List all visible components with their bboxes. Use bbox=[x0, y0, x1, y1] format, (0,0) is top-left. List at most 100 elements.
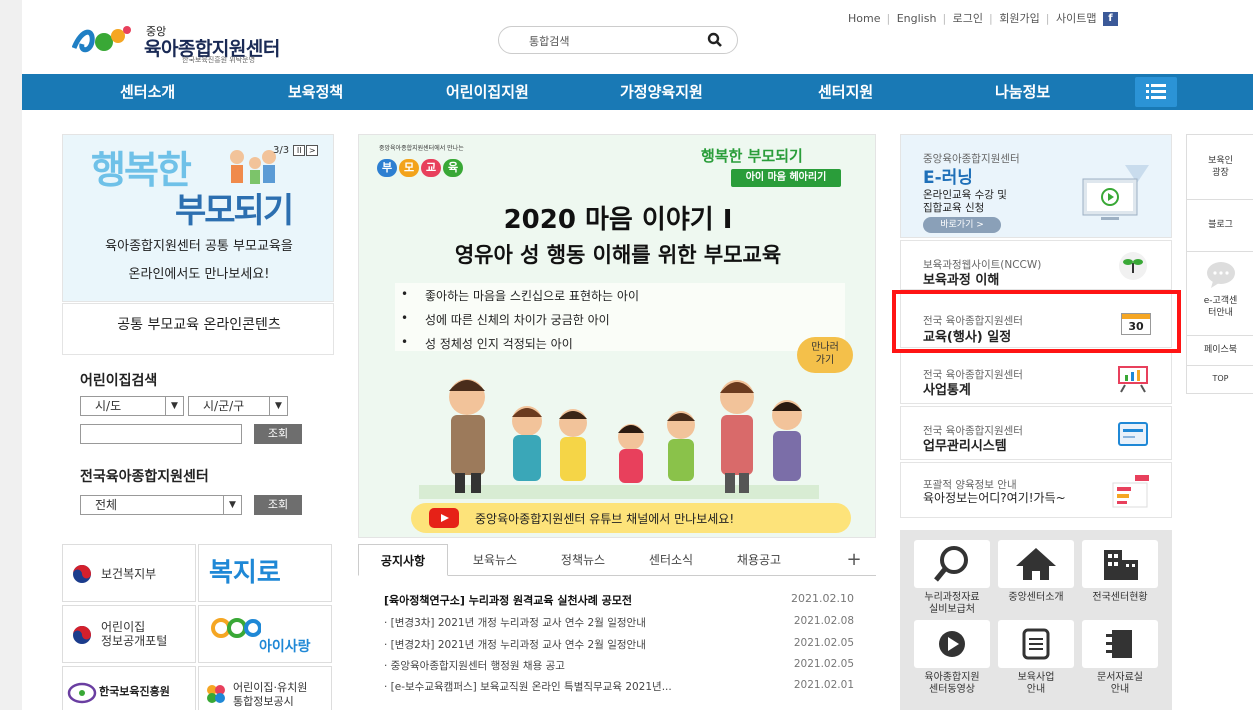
tile-label: 보육사업 안내 bbox=[1017, 672, 1055, 695]
facebook-icon[interactable]: f bbox=[1102, 12, 1118, 26]
promo-page-indicator: 3/3 bbox=[273, 145, 290, 156]
tile-childcare-business[interactable] bbox=[998, 620, 1074, 668]
info-badge-icon bbox=[1112, 475, 1149, 508]
notice-headline-title: [육아정책연구소] 누리과정 원격교육 실천사례 공모전 bbox=[384, 594, 633, 607]
notice-row[interactable]: · [변경2차] 2021년 개정 누리과정 교사 연수 2월 일정안내 202… bbox=[384, 637, 854, 652]
tile-label: 중앙센터소개 bbox=[1008, 592, 1064, 603]
quick-divider bbox=[1187, 199, 1253, 200]
login-link[interactable]: 로그인 bbox=[953, 12, 983, 25]
search-icon[interactable] bbox=[707, 32, 723, 48]
notice-row[interactable]: · [e-보수교육캠퍼스] 보육교직원 온라인 특별직무교육 2021년... … bbox=[384, 679, 854, 694]
nav-center-support[interactable]: 센터지원 bbox=[818, 74, 873, 110]
play-circle-icon bbox=[939, 631, 965, 657]
notice-headline[interactable]: [육아정책연구소] 누리과정 원격교육 실천사례 공모전 2021.02.10 bbox=[384, 592, 854, 608]
daycare-name-input[interactable] bbox=[80, 424, 242, 444]
tile-central-center[interactable] bbox=[998, 540, 1074, 588]
home-icon bbox=[1016, 548, 1056, 580]
banner-isarang[interactable]: 아이사랑 bbox=[198, 605, 332, 663]
notice-row-title: · [변경2차] 2021년 개정 누리과정 교사 연수 2월 일정안내 bbox=[384, 639, 646, 651]
tile-label: 문서자료실 안내 bbox=[1097, 672, 1143, 695]
tile-center-video[interactable] bbox=[914, 620, 990, 668]
search-box[interactable]: 통합검색 bbox=[498, 26, 738, 54]
parenting-info-title: 육아정보는어디?여기!가득~ bbox=[923, 491, 1066, 505]
tile-label: 누리과정자료 실비보급처 bbox=[924, 592, 980, 615]
logo-icon[interactable] bbox=[72, 22, 134, 56]
main-visual-banner[interactable]: 중앙육아종합지원센터에서 만나는 부 모 교 육 행복한 부모되기 아이 마음 … bbox=[358, 134, 876, 538]
tile-national-centers[interactable] bbox=[1082, 540, 1158, 588]
sido-value: 시/도 bbox=[95, 399, 122, 413]
banner-kicker: 행복한 부모되기 bbox=[701, 147, 803, 165]
sigungu-select[interactable]: 시/군/구 ▼ bbox=[188, 396, 288, 416]
tab-notice[interactable]: 공지사항 bbox=[358, 544, 448, 576]
nav-sharing-info[interactable]: 나눔정보 bbox=[995, 74, 1050, 110]
search-input[interactable]: 통합검색 bbox=[529, 33, 569, 49]
logo-subtitle: 한국보육진흥원 위탁운영 bbox=[182, 56, 256, 64]
banner-org-text: 중앙육아종합지원센터에서 만나는 bbox=[379, 145, 464, 152]
quick-top-button[interactable]: TOP bbox=[1187, 373, 1253, 385]
parenting-info-link[interactable]: 포괄적 양육정보 안내 육아정보는어디?여기!가득~ bbox=[900, 462, 1172, 518]
work-system-link[interactable]: 전국 육아종합지원센터 업무관리시스템 bbox=[900, 406, 1172, 460]
sitemap-link[interactable]: 사이트맵 bbox=[1056, 12, 1096, 25]
top-links: Home | English | 로그인 | 회원가입 | 사이트맵 f bbox=[848, 10, 1121, 26]
banner-topic: 좋아하는 마음을 스킨십으로 표현하는 아이 bbox=[401, 287, 639, 304]
all-menu-button[interactable] bbox=[1135, 77, 1177, 107]
chevron-down-icon: ▼ bbox=[165, 397, 183, 415]
tab-childcare-news[interactable]: 보육뉴스 bbox=[454, 544, 536, 576]
nav-center-intro[interactable]: 센터소개 bbox=[120, 74, 175, 110]
tab-center-news[interactable]: 센터소식 bbox=[630, 544, 712, 576]
banner-bokjiro[interactable]: 복지로 bbox=[198, 544, 332, 602]
youtube-icon bbox=[429, 508, 459, 528]
quick-divider bbox=[1187, 365, 1253, 366]
banner-mohw[interactable]: 보건복지부 bbox=[62, 544, 196, 602]
banner-kicker-tag: 아이 마음 헤아리기 bbox=[731, 169, 841, 187]
english-link[interactable]: English bbox=[897, 12, 937, 25]
more-plus-button[interactable]: + bbox=[834, 544, 874, 576]
promo-caption-box[interactable]: 공통 부모교육 온라인콘텐츠 bbox=[62, 303, 334, 355]
card-icon bbox=[1118, 422, 1148, 446]
nccw-link[interactable]: 보육과정웹사이트(NCCW) 보육과정 이해 bbox=[900, 240, 1172, 290]
notice-row-title: · [변경3차] 2021년 개정 누리과정 교사 연수 2월 일정안내 bbox=[384, 617, 646, 629]
youtube-banner-text: 중앙육아종합지원센터 유튜브 채널에서 만나보세요! bbox=[475, 512, 735, 526]
center-select[interactable]: 전체 ▼ bbox=[80, 495, 242, 515]
center-search-title: 전국육아종합지원센터 bbox=[80, 469, 209, 485]
banner-topic-list: 좋아하는 마음을 스킨십으로 표현하는 아이 성에 따른 신체의 차이가 궁금한… bbox=[395, 283, 845, 351]
banner-disclosure[interactable]: 어린이집·유치원 통합정보공시 bbox=[198, 666, 332, 710]
page: 중앙 육아종합지원센터 한국보육진흥원 위탁운영 통합검색 Home | Engl… bbox=[22, 0, 1253, 710]
promo-line-1: 육아종합지원센터 공통 부모교육을 bbox=[105, 239, 293, 254]
signup-link[interactable]: 회원가입 bbox=[999, 12, 1039, 25]
quick-blog[interactable]: 블로그 bbox=[1187, 219, 1253, 231]
quick-facebook[interactable]: 페이스북 bbox=[1187, 344, 1253, 356]
notice-row[interactable]: · 중앙육아종합지원센터 행정원 채용 공고 2021.02.05 bbox=[384, 658, 854, 673]
banner-topic: 성에 따른 신체의 차이가 궁금한 아이 bbox=[401, 311, 610, 328]
parent-education-promo[interactable]: 행복한 부모되기 3/3 II > 육아종합지원센터 공통 부모교육을 온라인에서… bbox=[62, 134, 334, 302]
banner-kcpi[interactable]: 한국보육진흥원 bbox=[62, 666, 196, 710]
tab-recruit[interactable]: 채용공고 bbox=[718, 544, 800, 576]
nav-childcare-policy[interactable]: 보육정책 bbox=[288, 74, 343, 110]
youtube-banner[interactable]: 중앙육아종합지원센터 유튜브 채널에서 만나보세요! bbox=[411, 503, 851, 533]
quick-customer-center[interactable]: e-고객센 터안내 bbox=[1187, 295, 1253, 319]
tile-document-archive[interactable] bbox=[1082, 620, 1158, 668]
quick-childcare-plaza[interactable]: 보육인 광장 bbox=[1187, 155, 1253, 179]
tab-policy-news[interactable]: 정책뉴스 bbox=[542, 544, 624, 576]
elearning-go-button[interactable]: 바로가기 > bbox=[923, 217, 1001, 233]
banner-kcpi-label: 한국보육진흥원 bbox=[99, 685, 170, 698]
menu-icon bbox=[1146, 84, 1166, 99]
banner-daycare-portal-label: 어린이집 정보공개포털 bbox=[101, 620, 168, 648]
center-search-button[interactable]: 조회 bbox=[254, 495, 302, 515]
elearning-box[interactable]: 중앙육아종합지원센터 E-러닝 온라인교육 수강 및 집합교육 신청 바로가기 … bbox=[900, 134, 1172, 238]
notice-row[interactable]: · [변경3차] 2021년 개정 누리과정 교사 연수 2월 일정안내 202… bbox=[384, 615, 854, 630]
home-link[interactable]: Home bbox=[848, 12, 880, 25]
nccw-title: 보육과정 이해 bbox=[923, 273, 1000, 288]
daycare-search-button[interactable]: 조회 bbox=[254, 424, 302, 444]
quick-tiles: 누리과정자료 실비보급처 중앙센터소개 전국센터현황 육아종합지원 센터동영상 … bbox=[900, 530, 1172, 710]
statistics-link[interactable]: 전국 육아종합지원센터 사업통계 bbox=[900, 350, 1172, 404]
notice-row-date: 2021.02.08 bbox=[793, 615, 854, 627]
nav-daycare-support[interactable]: 어린이집지원 bbox=[446, 74, 529, 110]
tile-nuri-materials[interactable] bbox=[914, 540, 990, 588]
nav-home-parenting[interactable]: 가정양육지원 bbox=[620, 74, 703, 110]
pause-button[interactable]: II bbox=[293, 145, 306, 156]
daycare-search-title: 어린이집검색 bbox=[80, 373, 158, 389]
next-button[interactable]: > bbox=[306, 145, 319, 156]
banner-daycare-portal[interactable]: 어린이집 정보공개포털 bbox=[62, 605, 196, 663]
sido-select[interactable]: 시/도 ▼ bbox=[80, 396, 184, 416]
